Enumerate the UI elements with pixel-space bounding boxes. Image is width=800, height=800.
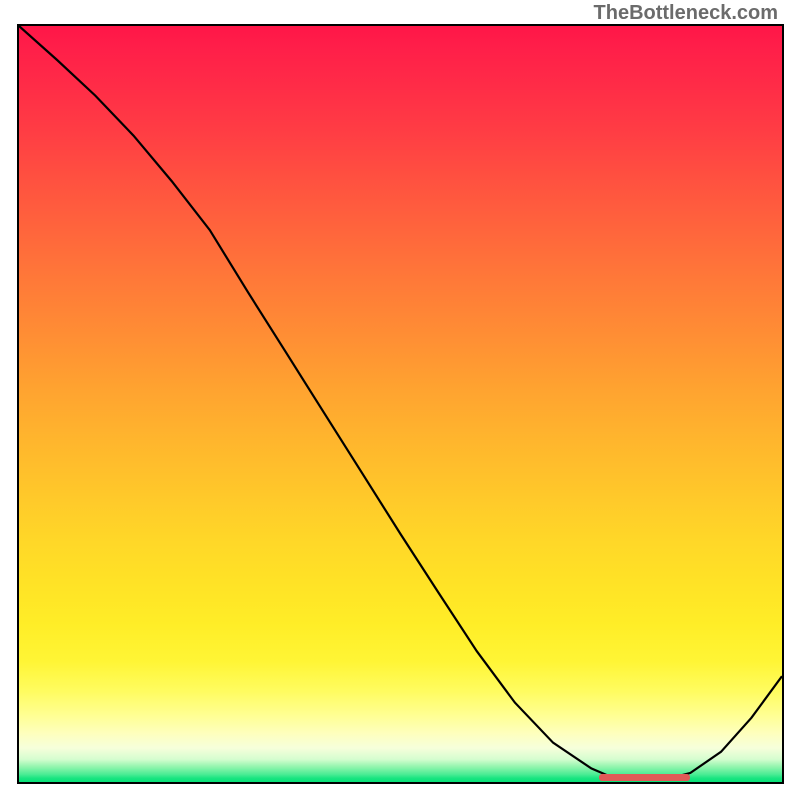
watermark-text: TheBottleneck.com (594, 2, 778, 25)
optimal-range-marker (599, 774, 691, 781)
chart-background-gradient (19, 26, 782, 782)
chart-plot-area (17, 24, 784, 784)
